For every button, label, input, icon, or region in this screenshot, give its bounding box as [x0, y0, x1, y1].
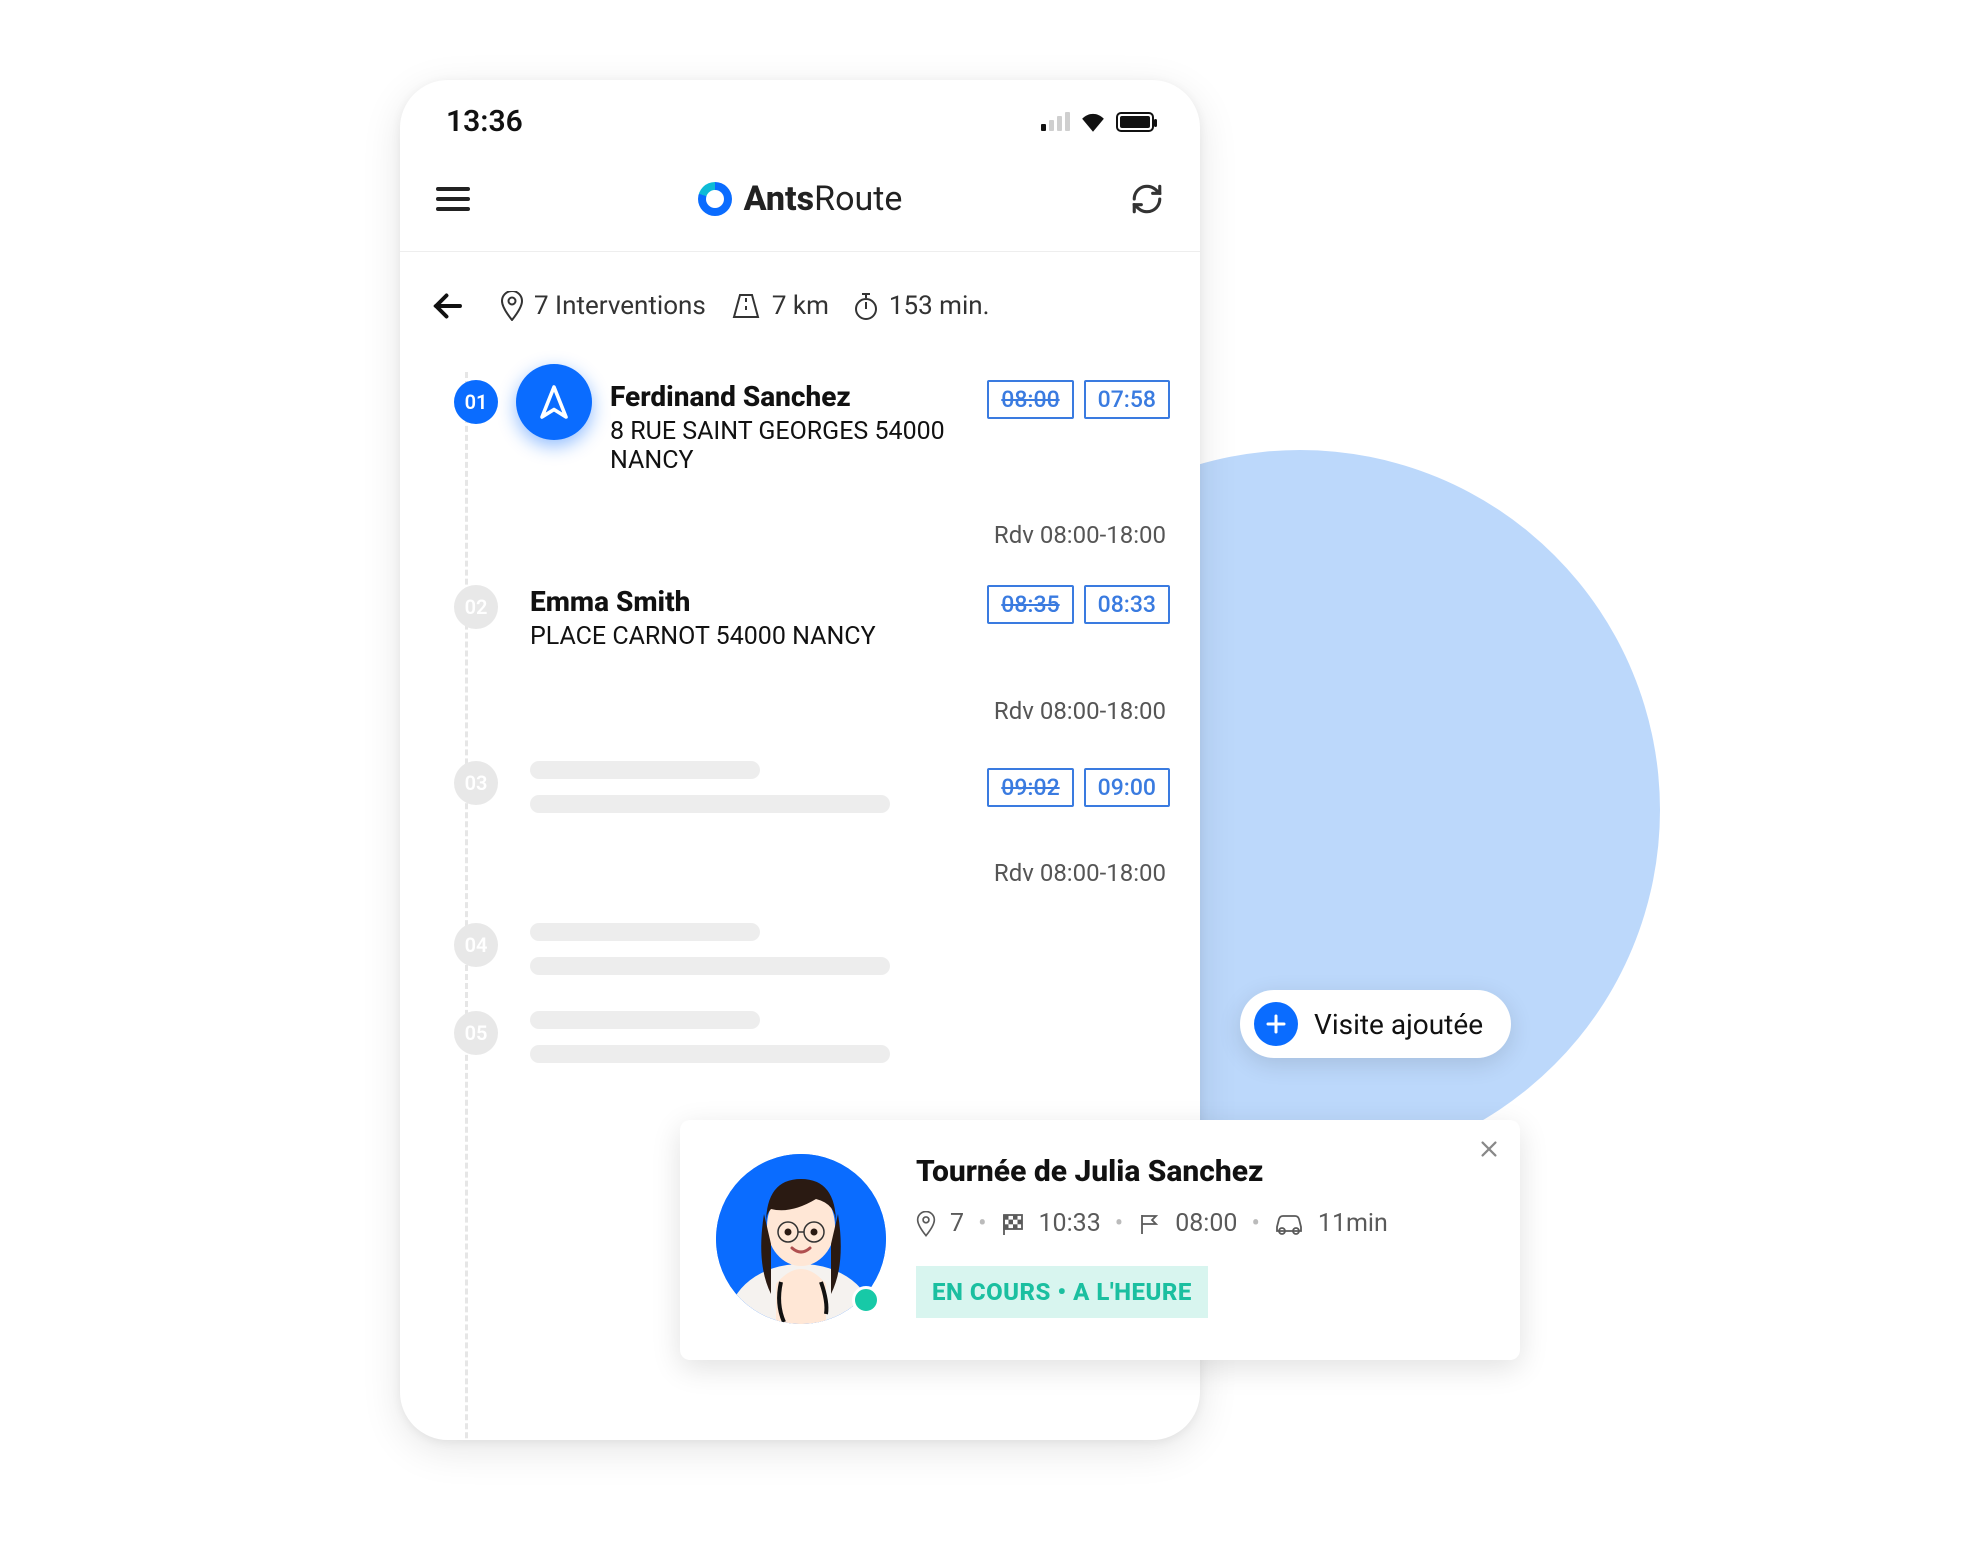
- car-icon: [1274, 1213, 1304, 1235]
- stops-count: 7: [950, 1209, 964, 1238]
- pin-icon: [916, 1211, 936, 1237]
- route-title: Tournée de Julia Sanchez: [916, 1154, 1388, 1189]
- refresh-button[interactable]: [1130, 182, 1164, 216]
- planned-time: 09:02: [987, 768, 1073, 807]
- list-item[interactable]: 04: [430, 905, 1170, 993]
- pin-icon: [500, 291, 524, 321]
- start-flag-icon: [1137, 1212, 1161, 1236]
- customer-name: Ferdinand Sanchez: [610, 380, 967, 413]
- list-item[interactable]: 02 Emma Smith PLACE CARNOT 54000 NANCY 0…: [430, 567, 1170, 743]
- list-item[interactable]: 03 09:02 09:00 Rdv 08:00-18:00: [430, 743, 1170, 905]
- status-badge: EN COURS • A L'HEURE: [916, 1266, 1208, 1318]
- appointment-window: Rdv 08:00-18:00: [530, 697, 1170, 725]
- step-number: 04: [454, 923, 498, 967]
- planned-time: 08:00: [987, 380, 1073, 419]
- toast-text: Visite ajoutée: [1314, 1008, 1483, 1041]
- actual-time: 09:00: [1084, 768, 1170, 807]
- status-icons: [1041, 112, 1154, 132]
- time-badges: 08:35 08:33: [987, 585, 1170, 624]
- brand: AntsRoute: [698, 179, 903, 219]
- wifi-icon: [1080, 112, 1106, 132]
- step-number: 03: [454, 761, 498, 805]
- placeholder-content: [530, 1011, 890, 1063]
- route-stats: 7 • 10:33 • 08:00 • 11min: [916, 1209, 1388, 1238]
- status-bar: 13:36: [400, 80, 1200, 149]
- appointment-window: Rdv 08:00-18:00: [610, 521, 1170, 549]
- actual-time: 08:33: [1084, 585, 1170, 624]
- start-time: 08:00: [1175, 1209, 1237, 1238]
- duration: 153 min.: [853, 291, 990, 321]
- close-icon[interactable]: [1478, 1138, 1500, 1160]
- road-icon: [730, 293, 762, 319]
- travel-time: 11min: [1318, 1209, 1388, 1238]
- step-number: 01: [454, 380, 498, 424]
- app-header: AntsRoute: [400, 149, 1200, 252]
- customer-name: Emma Smith: [530, 585, 876, 618]
- finish-time: 10:33: [1039, 1209, 1101, 1238]
- clock: 13:36: [446, 104, 523, 139]
- visit-added-toast: Visite ajoutée: [1240, 990, 1511, 1058]
- finish-flag-icon: [1001, 1212, 1025, 1236]
- customer-address: PLACE CARNOT 54000 NANCY: [530, 622, 876, 651]
- distance: 7 km: [730, 291, 829, 321]
- battery-icon: [1116, 112, 1154, 132]
- interventions-count: 7 Interventions: [500, 291, 706, 321]
- planned-time: 08:35: [987, 585, 1073, 624]
- time-badges: 09:02 09:00: [987, 768, 1170, 807]
- presence-indicator: [852, 1286, 880, 1314]
- route-card[interactable]: Tournée de Julia Sanchez 7 • 10:33 • 08:…: [680, 1120, 1520, 1360]
- navigation-icon: [536, 384, 572, 420]
- brand-logo-icon: [698, 182, 732, 216]
- customer-address: 8 RUE SAINT GEORGES 54000 NANCY: [610, 417, 967, 475]
- list-item[interactable]: 01 Ferdinand Sanchez 8 RUE SAINT GEORGES…: [430, 362, 1170, 567]
- appointment-window: Rdv 08:00-18:00: [530, 859, 1170, 887]
- placeholder-content: [530, 761, 890, 813]
- back-button[interactable]: [430, 288, 466, 324]
- actual-time: 07:58: [1084, 380, 1170, 419]
- menu-button[interactable]: [436, 187, 470, 211]
- route-summary: 7 Interventions 7 km 153 min.: [400, 252, 1200, 352]
- signal-icon: [1041, 112, 1070, 131]
- brand-name: AntsRoute: [744, 179, 903, 219]
- time-badges: 08:00 07:58: [987, 380, 1170, 419]
- navigate-button[interactable]: [516, 364, 592, 440]
- stopwatch-icon: [853, 291, 879, 321]
- step-number: 02: [454, 585, 498, 629]
- step-number: 05: [454, 1011, 498, 1055]
- placeholder-content: [530, 923, 890, 975]
- plus-icon: [1254, 1002, 1298, 1046]
